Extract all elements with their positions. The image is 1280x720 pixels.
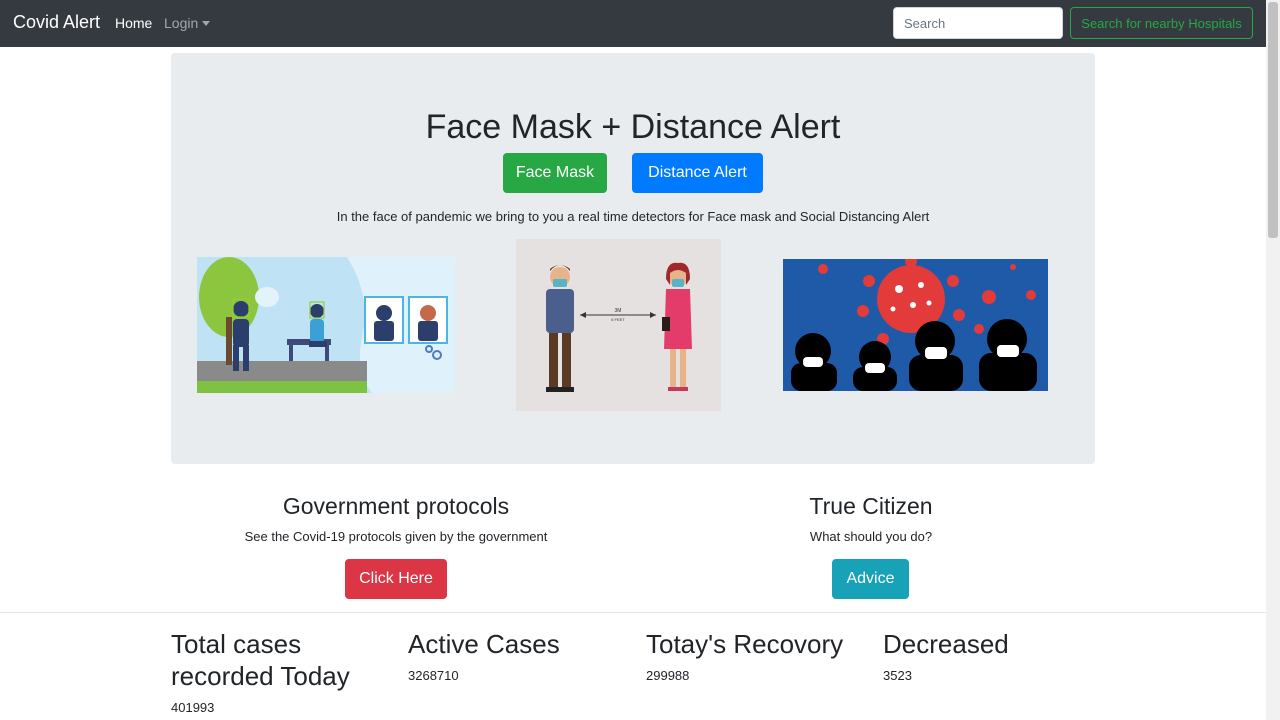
face-mask-button[interactable]: Face Mask [503,153,607,193]
citizen-title: True Citizen [809,493,933,519]
caret-down-icon [202,21,211,26]
distance-label-meters: 3M [615,308,622,314]
citizen-text: What should you do? [809,529,933,544]
advice-button[interactable]: Advice [832,559,909,599]
nav-login-label: Login [164,15,199,31]
nav-home-link[interactable]: Home [115,15,152,31]
section-divider [0,612,1266,613]
top-navbar: Covid Alert Home Login Search for nearby… [0,0,1266,47]
hero-description: In the face of pandemic we bring to you … [336,209,930,224]
social-distancing-illustration: 3M 6 FEET [516,239,721,411]
scrollbar-thumb[interactable] [1268,2,1278,238]
protocols-text: See the Covid-19 protocols given by the … [244,529,548,544]
stat-total-value: 401993 [171,700,215,715]
nav-login-dropdown[interactable]: Login [164,15,211,31]
hero-jumbotron: Face Mask + Distance Alert Face Mask Dis… [171,53,1095,464]
brand-link[interactable]: Covid Alert [13,12,100,33]
page-scrollbar[interactable] [1266,0,1280,720]
distance-label-feet: 6 FEET [611,317,625,322]
stat-active-title: Active Cases [408,629,560,659]
search-hospitals-button[interactable]: Search for nearby Hospitals [1070,7,1253,39]
hero-title: Face Mask + Distance Alert [425,108,841,146]
stat-decreased-value: 3523 [883,668,912,683]
stat-decreased-title: Decreased [883,629,1009,659]
face-detection-illustration [197,257,455,393]
virus-crowd-illustration [783,259,1048,391]
search-input[interactable] [893,7,1063,39]
stat-total-title: Total cases recorded Today [171,629,350,691]
stat-active-value: 3268710 [408,668,459,683]
stat-recovery-value: 299988 [646,668,690,683]
protocols-click-here-button[interactable]: Click Here [345,559,447,599]
distance-alert-button[interactable]: Distance Alert [632,153,763,193]
protocols-title: Government protocols [282,493,510,519]
stat-recovery-title: Totay's Recovory [646,629,844,659]
